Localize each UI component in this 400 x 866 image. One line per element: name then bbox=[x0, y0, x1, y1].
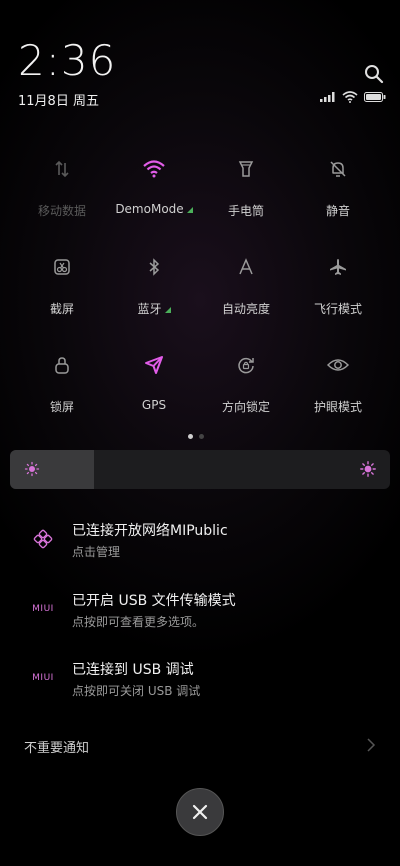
mobile-data-icon bbox=[49, 156, 75, 182]
notification-subtitle: 点按即可查看更多选项。 bbox=[72, 615, 205, 629]
wifi-status-icon bbox=[342, 91, 358, 103]
rotation-lock-icon bbox=[233, 352, 259, 378]
tile-airplane[interactable]: 飞行模式 bbox=[288, 254, 388, 324]
tile-screenshot[interactable]: 截屏 bbox=[12, 254, 112, 324]
tile-label: 蓝牙 bbox=[137, 300, 171, 317]
tile-flashlight[interactable]: 手电筒 bbox=[196, 156, 296, 226]
expand-triangle-icon bbox=[164, 306, 171, 313]
tile-label-text: DemoMode bbox=[115, 202, 184, 216]
eye-icon bbox=[325, 352, 351, 378]
page-indicator bbox=[188, 434, 204, 439]
battery-icon bbox=[364, 92, 386, 102]
notification-subtitle: 点按即可关闭 USB 调试 bbox=[72, 684, 201, 698]
system-icons bbox=[320, 91, 386, 103]
tile-label: 护眼模式 bbox=[313, 400, 362, 414]
tile-eye-care[interactable]: 护眼模式 bbox=[288, 352, 388, 422]
lock-icon bbox=[49, 352, 75, 378]
tile-label: 锁屏 bbox=[49, 400, 74, 414]
tile-lock-screen[interactable]: 锁屏 bbox=[12, 352, 112, 422]
bluetooth-icon bbox=[141, 254, 167, 280]
tile-label: 飞行模式 bbox=[313, 302, 362, 316]
tile-label: GPS bbox=[141, 398, 167, 412]
notification-usb-debug[interactable]: MIUI 已连接到 USB 调试 点按即可关闭 USB 调试 bbox=[0, 653, 400, 713]
tile-label: 手电筒 bbox=[227, 204, 264, 218]
tile-auto-brightness[interactable]: 自动亮度 bbox=[196, 254, 296, 324]
unimportant-notifications-link[interactable]: 不重要通知 bbox=[24, 737, 89, 756]
signal-icon bbox=[320, 92, 335, 102]
status-area: 2:36 11月8日 周五 bbox=[18, 38, 116, 110]
tile-label: 方向锁定 bbox=[221, 400, 270, 414]
tile-label: 截屏 bbox=[49, 302, 74, 316]
notification-title: 已连接开放网络MIPublic bbox=[72, 523, 228, 539]
gps-icon bbox=[141, 352, 167, 378]
tile-bluetooth[interactable]: 蓝牙 bbox=[104, 254, 204, 324]
miui-icon: MIUI bbox=[32, 598, 54, 620]
page-dot-active[interactable] bbox=[188, 434, 193, 439]
notification-network[interactable]: 已连接开放网络MIPublic 点击管理 bbox=[0, 514, 400, 574]
miui-icon-text: MIUI bbox=[32, 673, 54, 683]
tile-mobile-data[interactable]: 移动数据 bbox=[12, 156, 112, 226]
miui-icon-text: MIUI bbox=[32, 604, 54, 614]
chevron-right-icon[interactable] bbox=[366, 738, 376, 752]
notification-title: 已连接到 USB 调试 bbox=[72, 662, 194, 678]
screenshot-icon bbox=[49, 254, 75, 280]
clear-notifications-button[interactable] bbox=[176, 788, 224, 836]
notification-title: 已开启 USB 文件传输模式 bbox=[72, 593, 236, 609]
notification-subtitle: 点击管理 bbox=[72, 545, 121, 559]
brightness-low-icon bbox=[24, 461, 40, 477]
tile-label: 自动亮度 bbox=[221, 302, 270, 316]
tile-label: 移动数据 bbox=[37, 204, 86, 218]
expand-triangle-icon bbox=[186, 207, 193, 213]
close-icon bbox=[192, 804, 208, 820]
page-dot[interactable] bbox=[199, 434, 204, 439]
wifi-icon bbox=[141, 156, 167, 182]
tile-rotation-lock[interactable]: 方向锁定 bbox=[196, 352, 296, 422]
date[interactable]: 11月8日 周五 bbox=[18, 90, 116, 109]
tile-label-text: 蓝牙 bbox=[137, 302, 162, 316]
airplane-icon bbox=[325, 254, 351, 280]
miui-icon: MIUI bbox=[32, 667, 54, 689]
brightness-slider[interactable] bbox=[10, 450, 390, 489]
brightness-fill bbox=[10, 450, 94, 489]
tile-wifi[interactable]: DemoMode bbox=[104, 156, 204, 226]
clock[interactable]: 2:36 bbox=[18, 38, 116, 84]
notification-usb-transfer[interactable]: MIUI 已开启 USB 文件传输模式 点按即可查看更多选项。 bbox=[0, 584, 400, 644]
auto-brightness-icon bbox=[233, 254, 259, 280]
search-icon[interactable] bbox=[364, 64, 384, 84]
mute-bell-icon bbox=[325, 156, 351, 182]
tile-gps[interactable]: GPS bbox=[104, 352, 204, 422]
tile-label: 静音 bbox=[325, 204, 350, 218]
tile-label: DemoMode bbox=[115, 202, 193, 216]
tile-mute[interactable]: 静音 bbox=[288, 156, 388, 226]
network-icon bbox=[32, 528, 54, 550]
brightness-high-icon bbox=[360, 461, 376, 477]
flashlight-icon bbox=[233, 156, 259, 182]
